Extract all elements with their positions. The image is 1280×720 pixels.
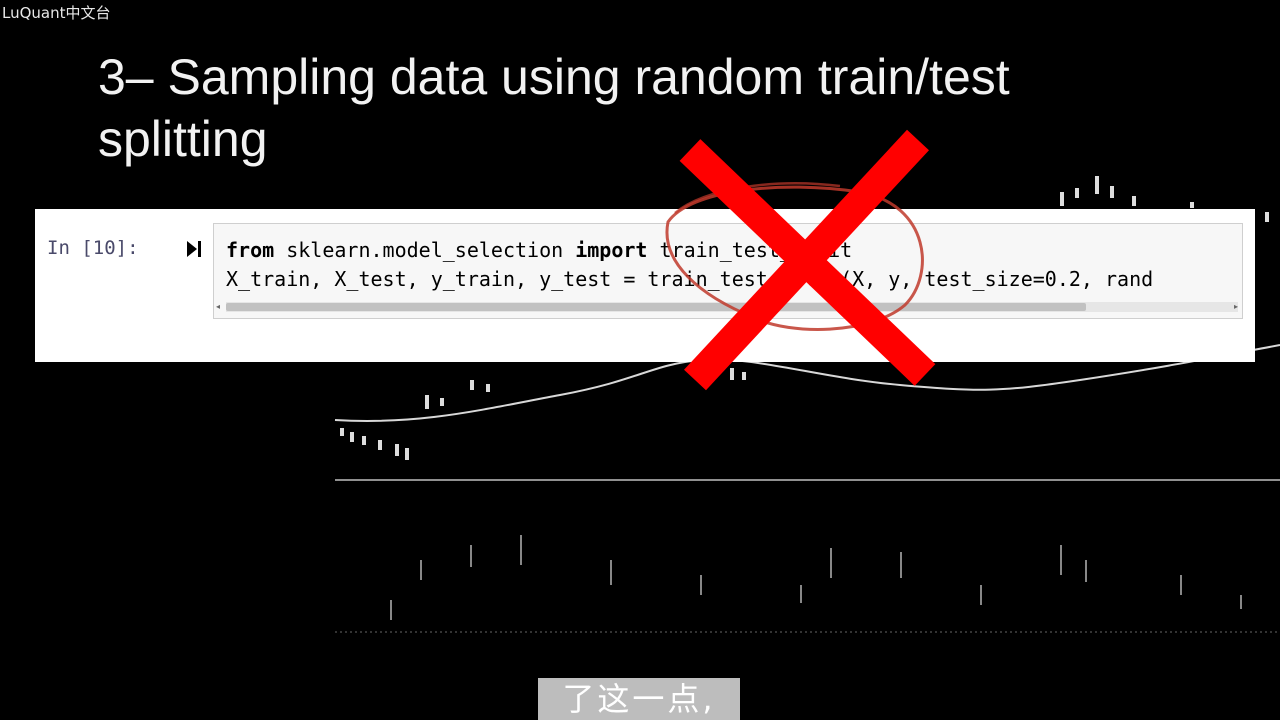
code-line-2: X_train, X_test, y_train, y_test = train… xyxy=(226,267,1154,291)
slide-title-line1: 3– Sampling data using random train/test xyxy=(98,49,1010,105)
slide-title: 3– Sampling data using random train/test… xyxy=(98,46,1158,170)
cell-prompt: In [10]: xyxy=(47,237,139,259)
channel-watermark: LuQuant中文台 xyxy=(2,4,111,22)
code-editor[interactable]: from sklearn.model_selection import trai… xyxy=(213,223,1243,319)
scroll-right-arrow-icon[interactable]: ▸ xyxy=(1234,302,1240,312)
chart-volume-dots xyxy=(390,535,1242,620)
scrollbar-thumb[interactable] xyxy=(226,303,1086,311)
horizontal-scrollbar[interactable] xyxy=(226,302,1238,312)
scroll-left-arrow-icon[interactable]: ◂ xyxy=(216,302,222,312)
code-line-1: from sklearn.model_selection import trai… xyxy=(226,238,852,262)
notebook-code-cell[interactable]: In [10]: from sklearn.model_selection im… xyxy=(35,209,1255,362)
module-name: sklearn.model_selection xyxy=(274,238,576,262)
import-target: train_test_split xyxy=(647,238,853,262)
keyword-import: import xyxy=(575,238,648,262)
keyword-from: from xyxy=(226,238,275,262)
video-subtitle: 了这一点, xyxy=(538,678,740,720)
run-cell-icon[interactable] xyxy=(185,239,203,259)
slide-title-line2: splitting xyxy=(98,111,268,167)
